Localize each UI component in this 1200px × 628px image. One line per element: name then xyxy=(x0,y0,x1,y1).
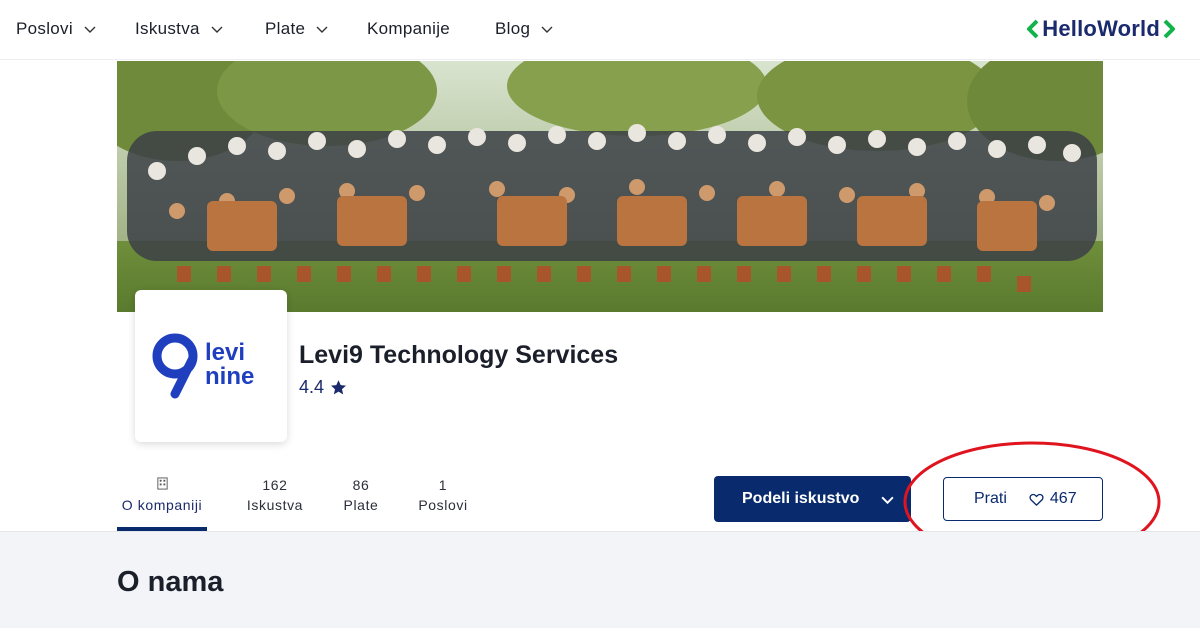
levi9-logo-icon: levi nine xyxy=(152,333,254,399)
logo-bracket-right-icon xyxy=(1163,19,1175,39)
helloworld-logo[interactable]: Hello World xyxy=(1026,16,1176,42)
tab-label: O kompaniji xyxy=(121,497,203,513)
share-experience-button[interactable]: Podeli iskustvo xyxy=(714,476,911,522)
group-photo-icon xyxy=(117,61,1103,312)
heart-icon xyxy=(1029,493,1044,506)
chevron-down-icon xyxy=(881,496,894,505)
top-navigation: Poslovi Iskustva Plate Kompanije Blog He… xyxy=(0,0,1200,60)
tab-count: 1 xyxy=(438,477,448,493)
tab-count: 86 xyxy=(352,477,370,493)
share-experience-label: Podeli iskustvo xyxy=(742,490,860,507)
tab-plate[interactable]: 86 Plate xyxy=(340,476,382,514)
nav-item-label: Poslovi xyxy=(16,19,73,38)
chevron-down-icon xyxy=(84,26,96,33)
logo-text-nine: nine xyxy=(205,363,254,390)
chevron-down-icon xyxy=(316,26,328,33)
building-icon xyxy=(156,477,168,490)
about-section-title: O nama xyxy=(117,566,224,598)
logo-bracket-left-icon xyxy=(1027,19,1039,39)
nav-item-poslovi[interactable]: Poslovi xyxy=(16,19,97,39)
nav-item-label: Blog xyxy=(495,19,531,38)
logo-text-hello: Hello xyxy=(1042,16,1098,41)
nav-item-label: Kompanije xyxy=(367,19,451,38)
tab-iskustva[interactable]: 162 Iskustva xyxy=(243,476,307,514)
tab-o-kompaniji[interactable]: O kompaniji xyxy=(117,476,207,514)
follow-button[interactable]: Prati 467 xyxy=(943,477,1103,521)
nav-item-label: Iskustva xyxy=(135,19,200,38)
tab-label: Iskustva xyxy=(246,497,304,513)
nav-item-label: Plate xyxy=(265,19,306,38)
company-name: Levi9 Technology Services xyxy=(299,341,619,369)
tab-count: 162 xyxy=(262,477,288,493)
chevron-down-icon xyxy=(541,26,553,33)
tab-poslovi[interactable]: 1 Poslovi xyxy=(416,476,470,514)
follow-label: Prati xyxy=(974,490,1007,507)
tab-label: Plate xyxy=(343,497,379,513)
company-rating[interactable]: 4.4 xyxy=(299,377,347,398)
follow-count: 467 xyxy=(1049,490,1077,507)
nav-item-blog[interactable]: Blog xyxy=(495,19,554,39)
nav-item-kompanije[interactable]: Kompanije xyxy=(367,19,450,39)
company-logo-card: levi nine xyxy=(135,290,287,442)
tab-label: Poslovi xyxy=(418,497,468,513)
star-icon xyxy=(331,380,347,395)
chevron-down-icon xyxy=(211,26,223,33)
nav-item-plate[interactable]: Plate xyxy=(265,19,329,39)
nav-item-iskustva[interactable]: Iskustva xyxy=(135,19,224,39)
logo-text-world: World xyxy=(1097,16,1160,41)
rating-value: 4.4 xyxy=(299,377,325,397)
cover-photo xyxy=(117,61,1103,312)
logo-text-levi: levi xyxy=(205,339,245,366)
